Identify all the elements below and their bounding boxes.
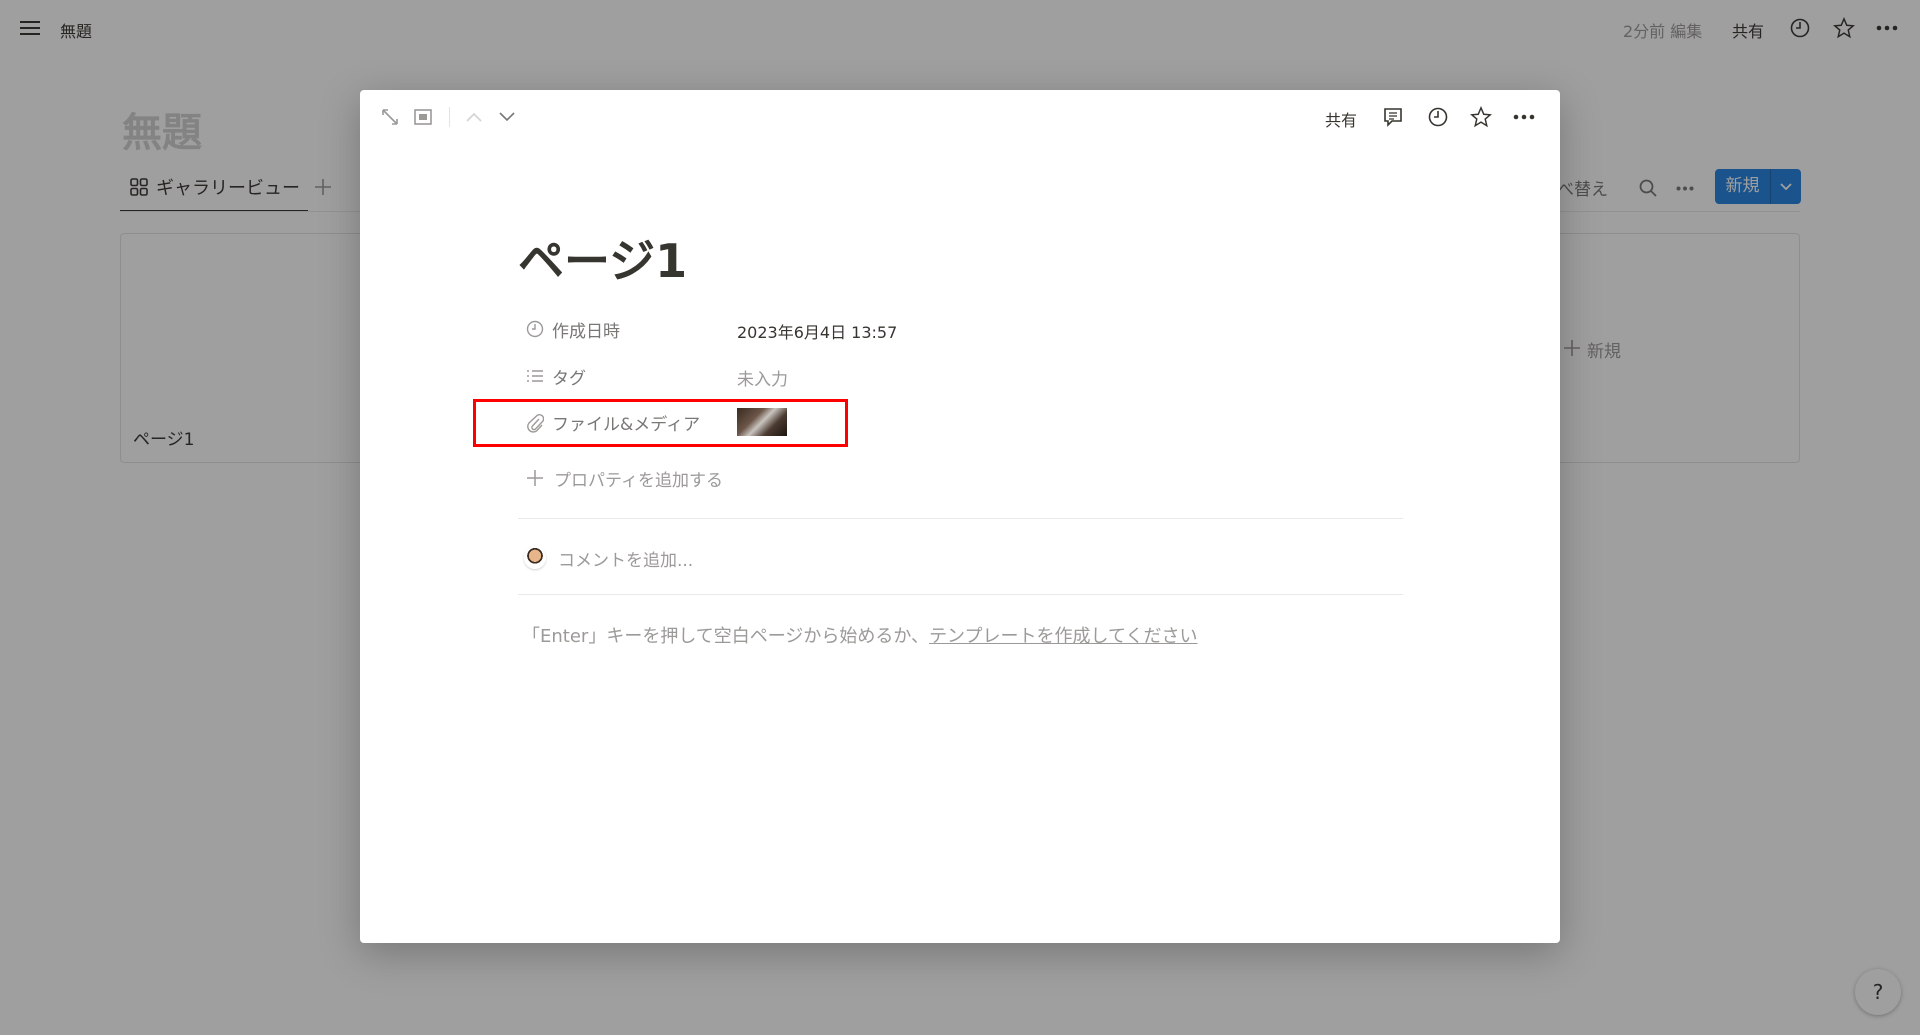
add-property-button[interactable]: プロパティを追加する xyxy=(526,465,723,491)
divider xyxy=(518,518,1403,519)
peek-mode-icon[interactable] xyxy=(411,105,435,129)
divider xyxy=(518,594,1403,595)
image-thumbnail[interactable] xyxy=(737,408,787,436)
property-files-media[interactable]: ファイル&メディア xyxy=(360,408,1560,437)
list-icon xyxy=(526,368,546,388)
property-value: 2023年6月4日 13:57 xyxy=(737,323,898,342)
create-template-link[interactable]: テンプレートを作成してください xyxy=(929,626,1197,647)
modal-updates-clock-icon[interactable] xyxy=(1426,105,1450,129)
modal-more-options-icon[interactable] xyxy=(1511,105,1537,129)
clock-icon xyxy=(526,320,546,340)
empty-page-hint: 「Enter」キーを押して空白ページから始めるか、テンプレートを作成してください xyxy=(522,622,1197,648)
previous-page-icon[interactable] xyxy=(462,105,486,129)
avatar xyxy=(524,547,546,569)
paperclip-icon xyxy=(526,413,546,433)
header-divider xyxy=(449,107,450,127)
property-value-empty[interactable]: 未入力 xyxy=(737,365,788,390)
hint-text: 「Enter」キーを押して空白ページから始めるか、 xyxy=(522,626,930,647)
plus-icon xyxy=(526,469,544,487)
property-label: ファイル&メディア xyxy=(552,415,701,435)
property-created-time[interactable]: 作成日時 2023年6月4日 13:57 xyxy=(360,316,1560,344)
property-tags[interactable]: タグ 未入力 xyxy=(360,363,1560,391)
property-label: タグ xyxy=(552,369,586,389)
comment-placeholder: コメントを追加... xyxy=(558,550,694,571)
comment-input[interactable]: コメントを追加... xyxy=(524,544,1404,572)
page-peek-modal: 共有 ページ1 作成日時 2023年6月4日 13:57 タグ 未入力 ファイル… xyxy=(360,90,1560,943)
next-page-icon[interactable] xyxy=(495,105,519,129)
comment-icon[interactable] xyxy=(1381,105,1405,129)
modal-share-button[interactable]: 共有 xyxy=(1325,107,1357,131)
add-property-label: プロパティを追加する xyxy=(554,470,723,491)
open-full-page-icon[interactable] xyxy=(378,105,402,129)
modal-favorite-star-icon[interactable] xyxy=(1469,105,1493,129)
modal-page-title[interactable]: ページ1 xyxy=(518,225,687,291)
property-label: 作成日時 xyxy=(552,322,620,342)
